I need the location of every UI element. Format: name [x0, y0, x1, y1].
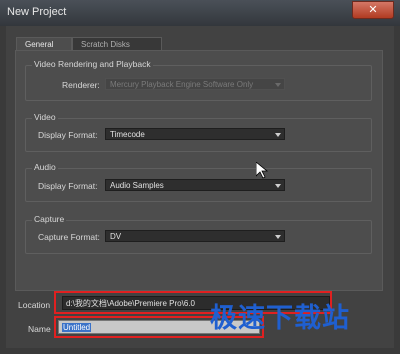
window-title: New Project — [7, 6, 67, 18]
video-rendering-title: Video Rendering and Playback — [32, 59, 153, 69]
video-display-format-value: Timecode — [110, 130, 145, 139]
chevron-down-icon — [275, 133, 281, 137]
chevron-down-icon — [275, 83, 281, 87]
mouse-cursor-icon — [256, 162, 268, 179]
audio-display-format-dropdown[interactable]: Audio Samples — [105, 179, 285, 191]
title-bar[interactable]: New Project ✕ — [0, 0, 400, 26]
capture-format-value: DV — [110, 232, 122, 241]
audio-title: Audio — [32, 162, 58, 172]
close-button[interactable]: ✕ — [352, 1, 394, 19]
renderer-dropdown: Mercury Playback Engine Software Only — [105, 78, 285, 90]
audio-display-format-label: Display Format: — [38, 181, 98, 191]
video-display-format-dropdown[interactable]: Timecode — [105, 128, 285, 140]
renderer-label: Renderer: — [62, 80, 100, 90]
video-display-format-label: Display Format: — [38, 130, 98, 140]
name-label: Name — [28, 324, 51, 334]
chevron-down-icon — [275, 235, 281, 239]
capture-title: Capture — [32, 214, 67, 224]
video-title: Video — [32, 112, 58, 122]
capture-format-label: Capture Format: — [38, 232, 100, 242]
chevron-down-icon — [275, 184, 281, 188]
renderer-value: Mercury Playback Engine Software Only — [110, 80, 254, 89]
tab-general[interactable]: General — [16, 37, 72, 51]
capture-format-dropdown[interactable]: DV — [105, 230, 285, 242]
watermark-logo: 极速下载站 — [210, 303, 350, 334]
location-label: Location — [18, 300, 51, 310]
tab-scratch-disks[interactable]: Scratch Disks — [72, 37, 162, 51]
new-project-dialog: New Project ✕ General Scratch Disks Vide… — [0, 0, 400, 354]
audio-display-format-value: Audio Samples — [110, 181, 164, 190]
